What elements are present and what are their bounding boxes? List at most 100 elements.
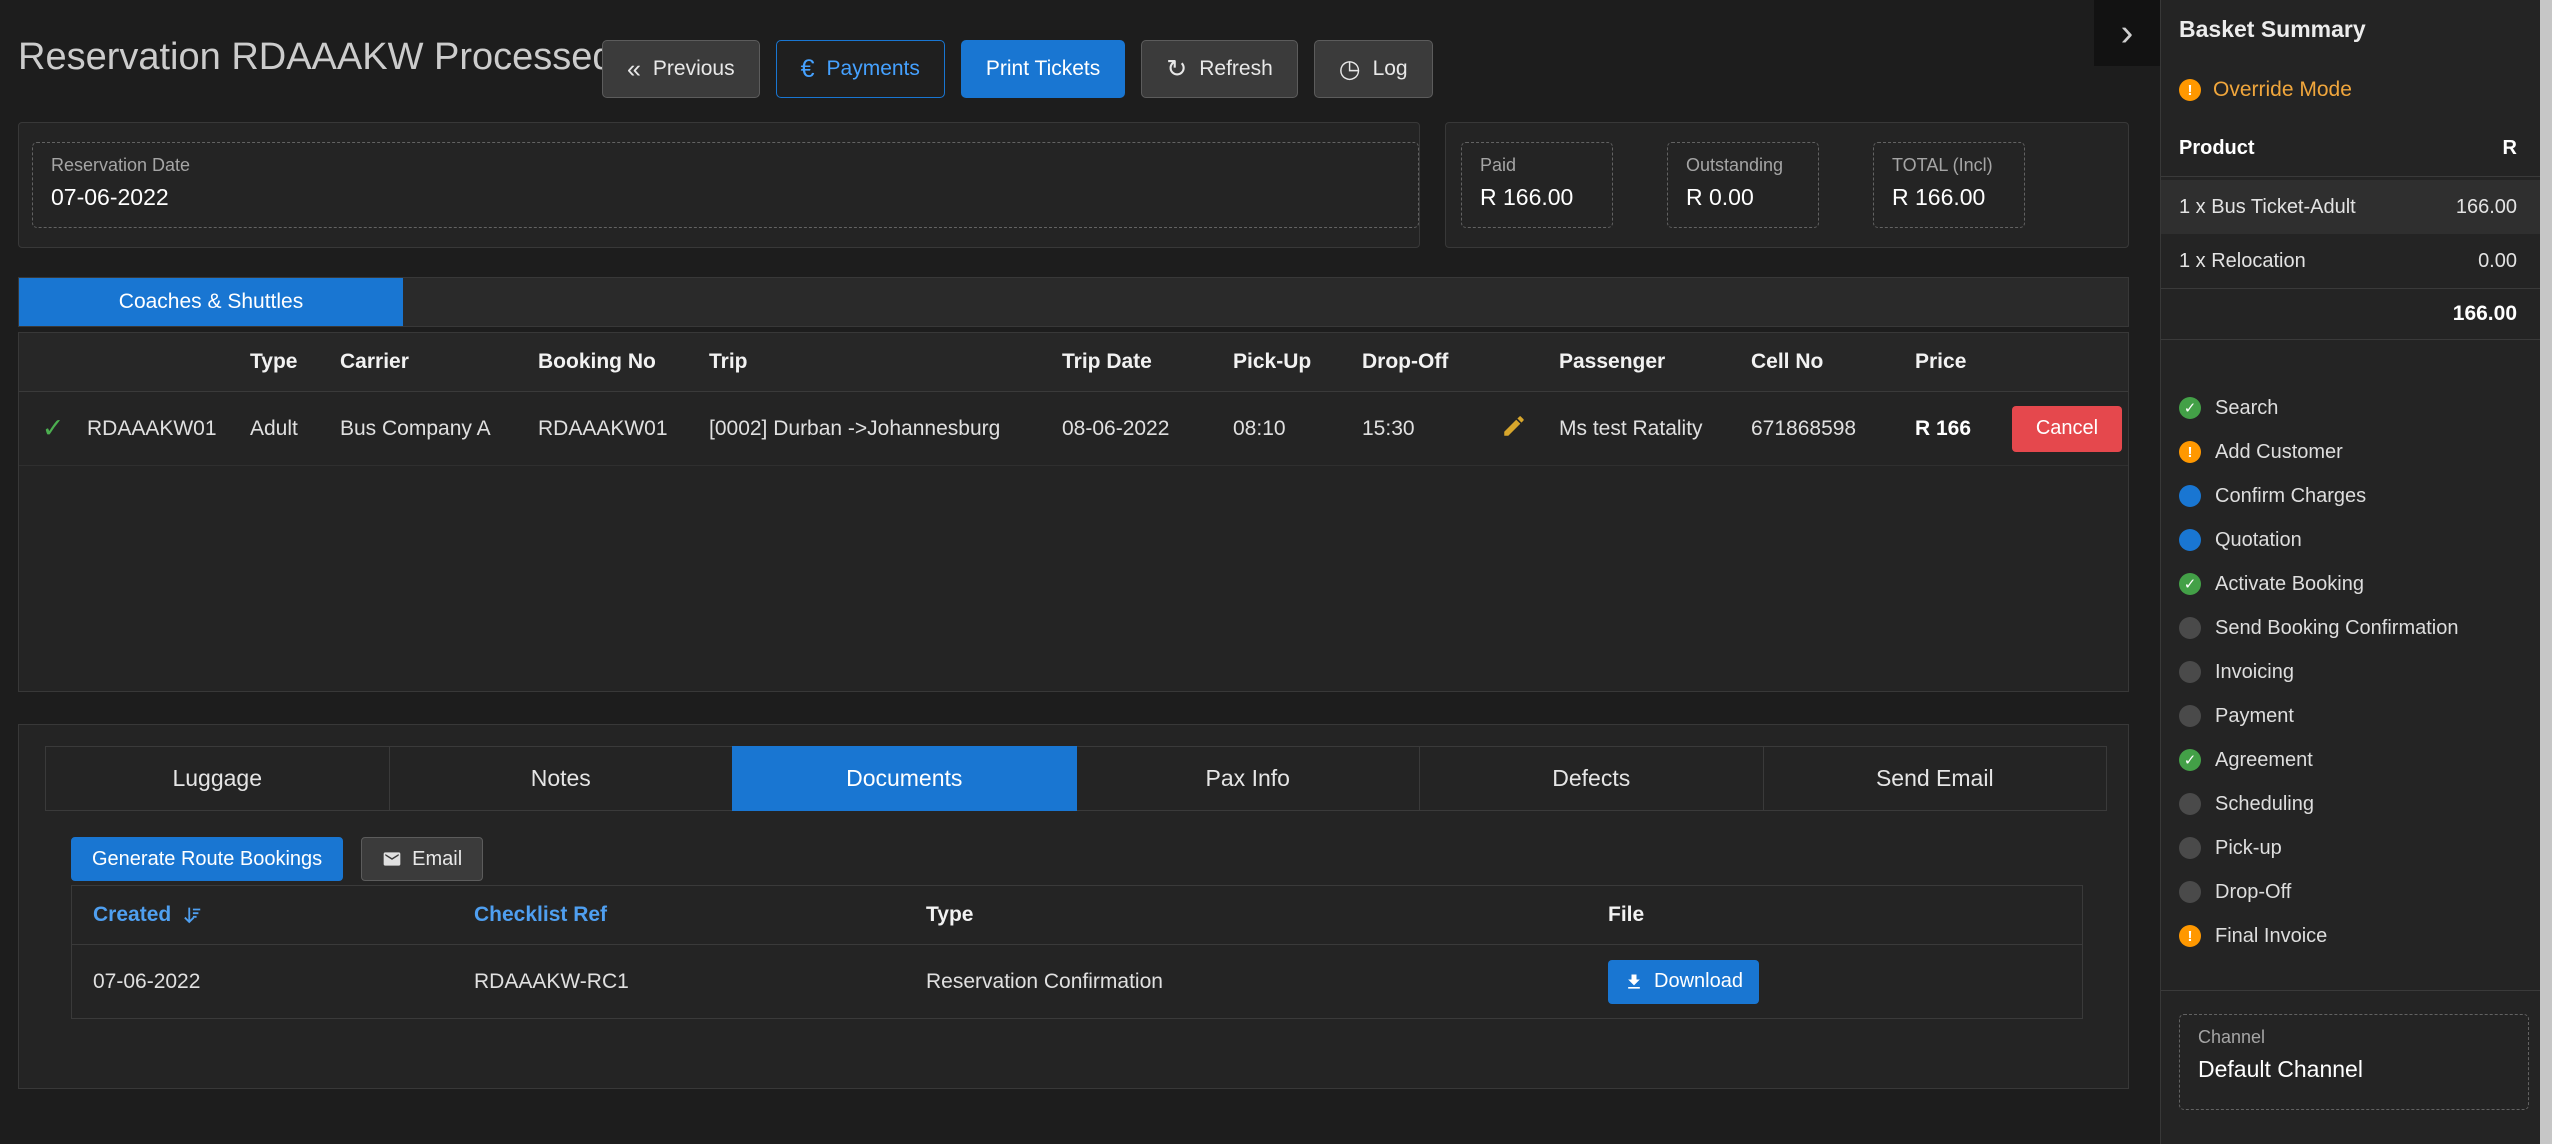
document-type: Reservation Confirmation: [905, 970, 1587, 994]
print-tickets-button[interactable]: Print Tickets: [961, 40, 1125, 98]
status-icon: [2179, 529, 2201, 551]
payments-button[interactable]: € Payments: [776, 40, 945, 98]
channel-box: Channel Default Channel: [2179, 1014, 2529, 1110]
col-checklist-ref-header[interactable]: Checklist Ref: [453, 903, 905, 927]
chevron-right-icon: ›: [2121, 12, 2134, 55]
cancel-button[interactable]: Cancel: [2012, 406, 2122, 452]
log-button-label: Log: [1373, 57, 1408, 81]
documents-actions: Generate Route Bookings Email: [71, 837, 483, 881]
currency-column-label: R: [2503, 137, 2517, 160]
previous-button[interactable]: « Previous: [602, 40, 760, 98]
check-icon: ✓: [42, 413, 65, 444]
details-tab[interactable]: Notes: [389, 746, 734, 811]
refresh-button-label: Refresh: [1199, 57, 1273, 81]
basket-products-header: Product R: [2161, 134, 2541, 162]
outstanding-box: Outstanding R 0.00: [1667, 142, 1819, 228]
booking-no: RDAAAKW01: [538, 417, 709, 441]
checklist-item-label: Pick-up: [2215, 837, 2282, 860]
total-incl-value: R 166.00: [1892, 184, 2006, 211]
basket-item: 1 x Bus Ticket-Adult 166.00: [2161, 180, 2541, 234]
booking-pick-up: 08:10: [1233, 417, 1362, 441]
tab-coaches-shuttles[interactable]: Coaches & Shuttles: [19, 278, 403, 326]
paid-value: R 166.00: [1480, 184, 1594, 211]
document-checklist-ref: RDAAAKW-RC1: [453, 970, 905, 994]
refresh-button[interactable]: ↻ Refresh: [1141, 40, 1297, 98]
col-passenger-header: Passenger: [1559, 350, 1751, 374]
sidebar-collapse-button[interactable]: ›: [2094, 0, 2160, 66]
checklist-item-pick-up[interactable]: Pick-up: [2179, 826, 2529, 870]
reservation-date-box: Reservation Date 07-06-2022: [32, 142, 1419, 228]
download-icon: [1624, 972, 1644, 992]
sort-descending-icon: [181, 904, 203, 926]
created-header-label: Created: [93, 903, 171, 927]
page-title: Reservation RDAAAKW Processed: [18, 36, 614, 79]
basket-item-amount: 166.00: [2456, 196, 2517, 219]
total-incl-label: TOTAL (Incl): [1892, 155, 2006, 176]
download-button[interactable]: Download: [1608, 960, 1759, 1004]
checklist-item-payment[interactable]: Payment: [2179, 694, 2529, 738]
checklist-item-confirm-charges[interactable]: Confirm Charges: [2179, 474, 2529, 518]
checklist-item-agreement[interactable]: Agreement: [2179, 738, 2529, 782]
checklist-item-label: Invoicing: [2215, 661, 2294, 684]
table-row: ✓ RDAAAKW01 Adult Bus Company A RDAAAKW0…: [19, 392, 2128, 466]
product-column-label: Product: [2179, 137, 2255, 160]
checklist-item-drop-off[interactable]: Drop-Off: [2179, 870, 2529, 914]
documents-table-header: Created Checklist Ref Type File: [72, 886, 2082, 945]
email-button[interactable]: Email: [361, 837, 483, 881]
details-panel: Luggage Notes Documents Pax Info Defects…: [18, 724, 2129, 1089]
divider: [2161, 176, 2541, 177]
checklist-item-final-invoice[interactable]: Final Invoice: [2179, 914, 2529, 958]
col-trip-date-header: Trip Date: [1062, 350, 1233, 374]
channel-value: Default Channel: [2198, 1056, 2510, 1083]
details-tab[interactable]: Send Email: [1763, 746, 2108, 811]
outstanding-value: R 0.00: [1686, 184, 1800, 211]
booking-carrier: Bus Company A: [340, 417, 538, 441]
checklist-item-invoicing[interactable]: Invoicing: [2179, 650, 2529, 694]
paid-box: Paid R 166.00: [1461, 142, 1613, 228]
details-tab[interactable]: Pax Info: [1076, 746, 1421, 811]
status-icon: [2179, 793, 2201, 815]
basket-item: 1 x Relocation 0.00: [2161, 234, 2541, 288]
generate-route-bookings-button[interactable]: Generate Route Bookings: [71, 837, 343, 881]
checklist-item-label: Add Customer: [2215, 441, 2343, 464]
bookings-table-header: Type Carrier Booking No Trip Trip Date P…: [19, 333, 2128, 392]
download-button-label: Download: [1654, 970, 1743, 993]
checklist-item-label: Agreement: [2215, 749, 2313, 772]
workflow-checklist: Search Add Customer Confirm Charges Quot…: [2179, 386, 2529, 958]
checklist-item-search[interactable]: Search: [2179, 386, 2529, 430]
booking-status-cell: ✓: [19, 413, 87, 444]
outstanding-label: Outstanding: [1686, 155, 1800, 176]
booking-ref: RDAAAKW01: [87, 417, 250, 441]
booking-trip-date: 08-06-2022: [1062, 417, 1233, 441]
reservation-info-panel: Reservation Date 07-06-2022: [18, 122, 1420, 248]
checklist-item-scheduling[interactable]: Scheduling: [2179, 782, 2529, 826]
edit-pencil-icon[interactable]: [1493, 413, 1527, 439]
checklist-item-label: Drop-Off: [2215, 881, 2291, 904]
totals-panel: Paid R 166.00 Outstanding R 0.00 TOTAL (…: [1445, 122, 2129, 248]
status-icon: [2179, 397, 2201, 419]
override-mode[interactable]: Override Mode: [2179, 76, 2352, 104]
details-tab[interactable]: Luggage: [45, 746, 390, 811]
details-tab[interactable]: Defects: [1419, 746, 1764, 811]
status-icon: [2179, 705, 2201, 727]
checklist-item-label: Final Invoice: [2215, 925, 2327, 948]
col-created-header[interactable]: Created: [72, 903, 453, 927]
checklist-item-quotation[interactable]: Quotation: [2179, 518, 2529, 562]
col-type-header: Type: [250, 350, 340, 374]
booking-price: R 166: [1915, 417, 2006, 441]
print-tickets-button-label: Print Tickets: [986, 57, 1100, 81]
euro-icon: €: [801, 57, 815, 82]
status-icon: [2179, 749, 2201, 771]
col-drop-off-header: Drop-Off: [1362, 350, 1493, 374]
checklist-item-send-booking-confirmation[interactable]: Send Booking Confirmation: [2179, 606, 2529, 650]
log-button[interactable]: ◷ Log: [1314, 40, 1433, 98]
booking-passenger: Ms test Ratality: [1559, 417, 1751, 441]
col-file-header: File: [1587, 903, 2082, 927]
status-icon: [2179, 573, 2201, 595]
checklist-item-activate-booking[interactable]: Activate Booking: [2179, 562, 2529, 606]
total-incl-box: TOTAL (Incl) R 166.00: [1873, 142, 2025, 228]
basket-item-name: 1 x Relocation: [2179, 250, 2306, 273]
checklist-item-add-customer[interactable]: Add Customer: [2179, 430, 2529, 474]
details-tab[interactable]: Documents: [732, 746, 1077, 811]
vertical-scrollbar[interactable]: [2540, 0, 2552, 1144]
